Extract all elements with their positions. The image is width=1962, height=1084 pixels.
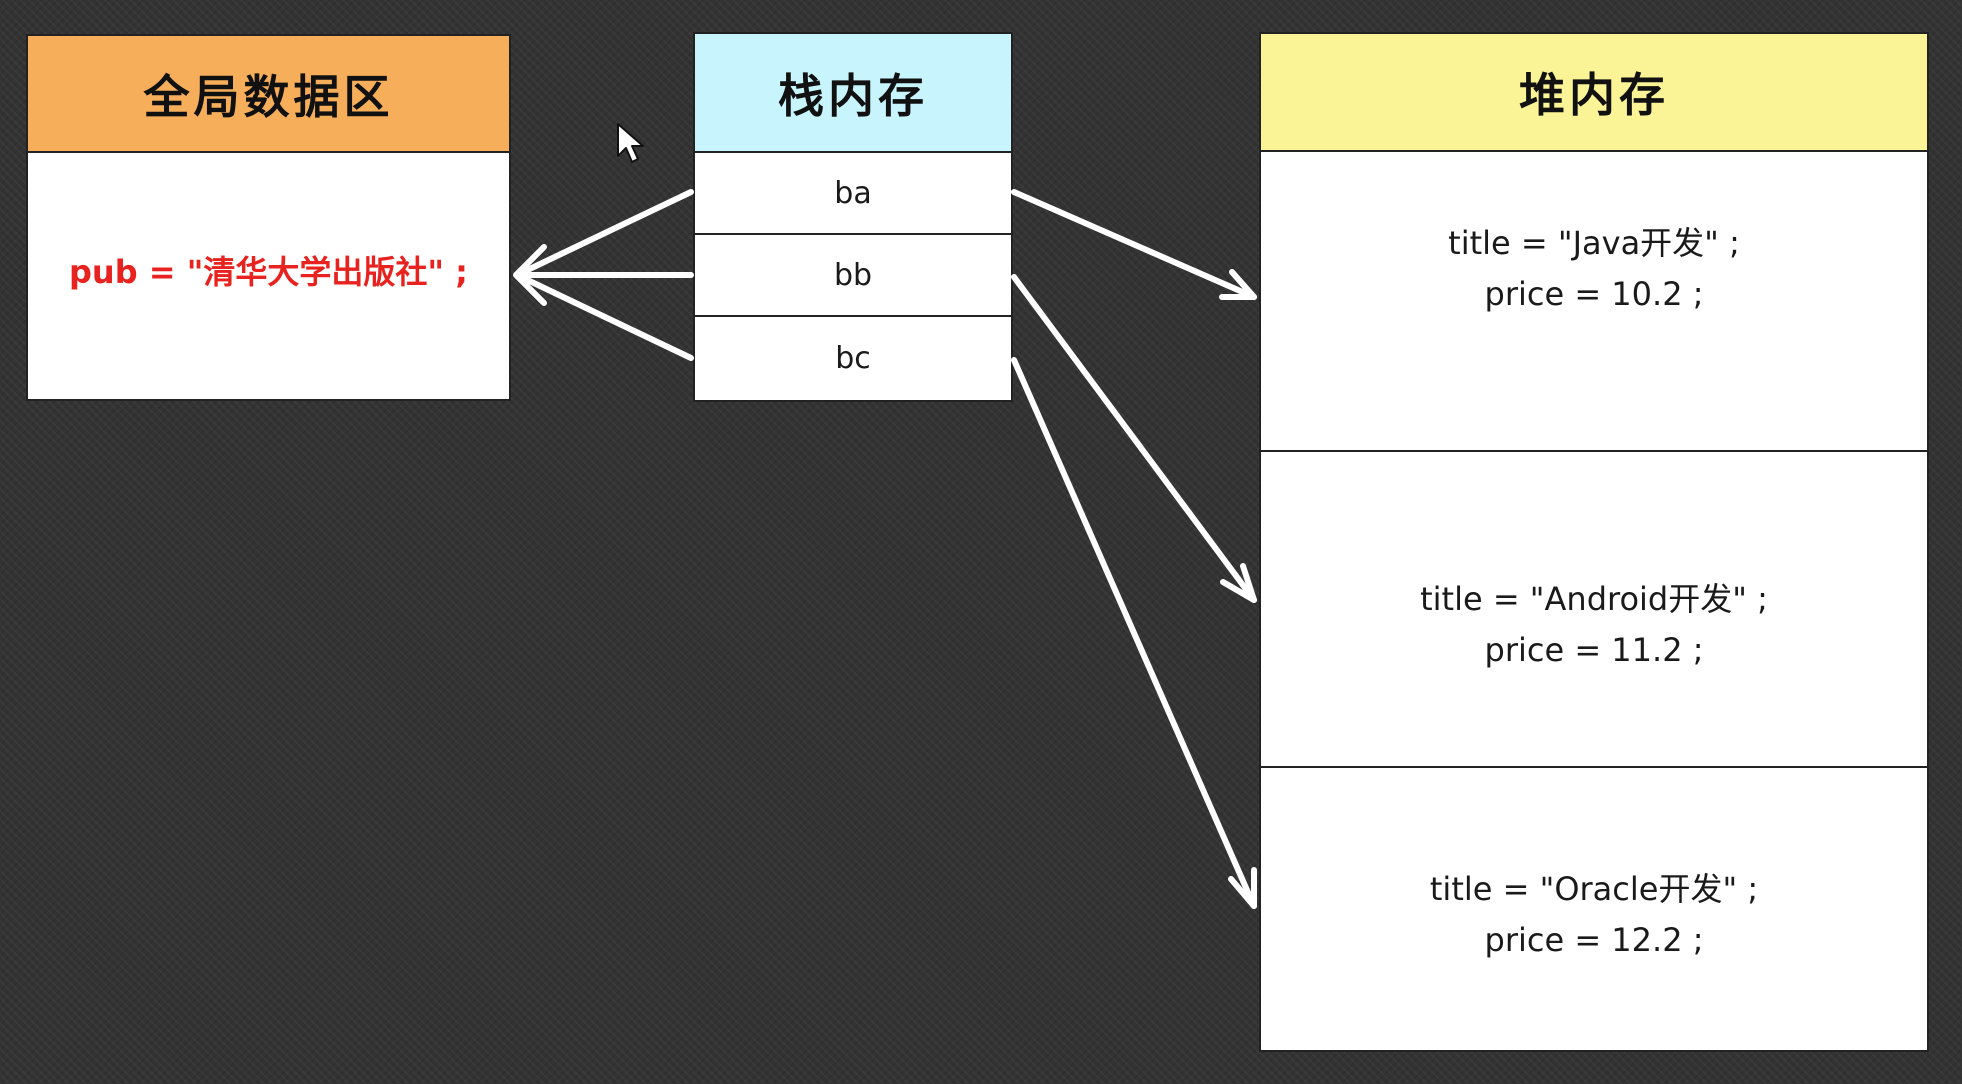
heap-object-android: title = "Android开发" ; price = 11.2 ; [1261, 452, 1927, 768]
global-data-area-body: pub = "清华大学出版社" ; [28, 153, 509, 399]
arrow-bc-to-heap-oracle [1011, 357, 1257, 909]
heap-object-oracle: title = "Oracle开发" ; price = 12.2 ; [1261, 768, 1927, 1050]
heap-object-title: title = "Android开发" ; [1420, 580, 1768, 618]
stack-cell-ba: ba [695, 153, 1011, 235]
heap-object-java: title = "Java开发" ; price = 10.2 ; [1261, 152, 1927, 452]
stack-memory-header: 栈内存 [695, 34, 1011, 153]
heap-memory-header: 堆内存 [1261, 34, 1927, 152]
arrowhead-heap-oracle [1228, 867, 1257, 909]
global-data-area: 全局数据区 pub = "清华大学出版社" ; [26, 34, 511, 401]
heap-object-price: price = 11.2 ; [1484, 631, 1704, 669]
heap-object-price: price = 10.2 ; [1484, 275, 1704, 313]
stack-memory: 栈内存 ba bb bc [693, 32, 1013, 402]
heap-object-title: title = "Oracle开发" ; [1429, 870, 1759, 908]
arrow-bb-to-heap-android [1011, 274, 1257, 603]
heap-object-price: price = 12.2 ; [1484, 921, 1704, 959]
pub-assignment: pub = "清华大学出版社" ; [69, 253, 468, 291]
arrowhead-heap-android [1220, 563, 1257, 603]
stack-cell-bb: bb [695, 235, 1011, 317]
heap-object-title: title = "Java开发" ; [1448, 224, 1740, 262]
global-data-area-header: 全局数据区 [28, 36, 509, 153]
mouse-cursor-icon [617, 123, 644, 163]
arrowhead-heap-java [1219, 269, 1257, 300]
arrowhead-pub [513, 244, 547, 306]
arrow-ba-to-pub [514, 189, 694, 278]
arrow-ba-to-heap-java [1011, 189, 1257, 300]
arrow-bc-to-pub [514, 272, 694, 361]
stack-cell-bc: bc [835, 340, 871, 376]
heap-memory: 堆内存 title = "Java开发" ; price = 10.2 ; ti… [1259, 32, 1929, 1052]
